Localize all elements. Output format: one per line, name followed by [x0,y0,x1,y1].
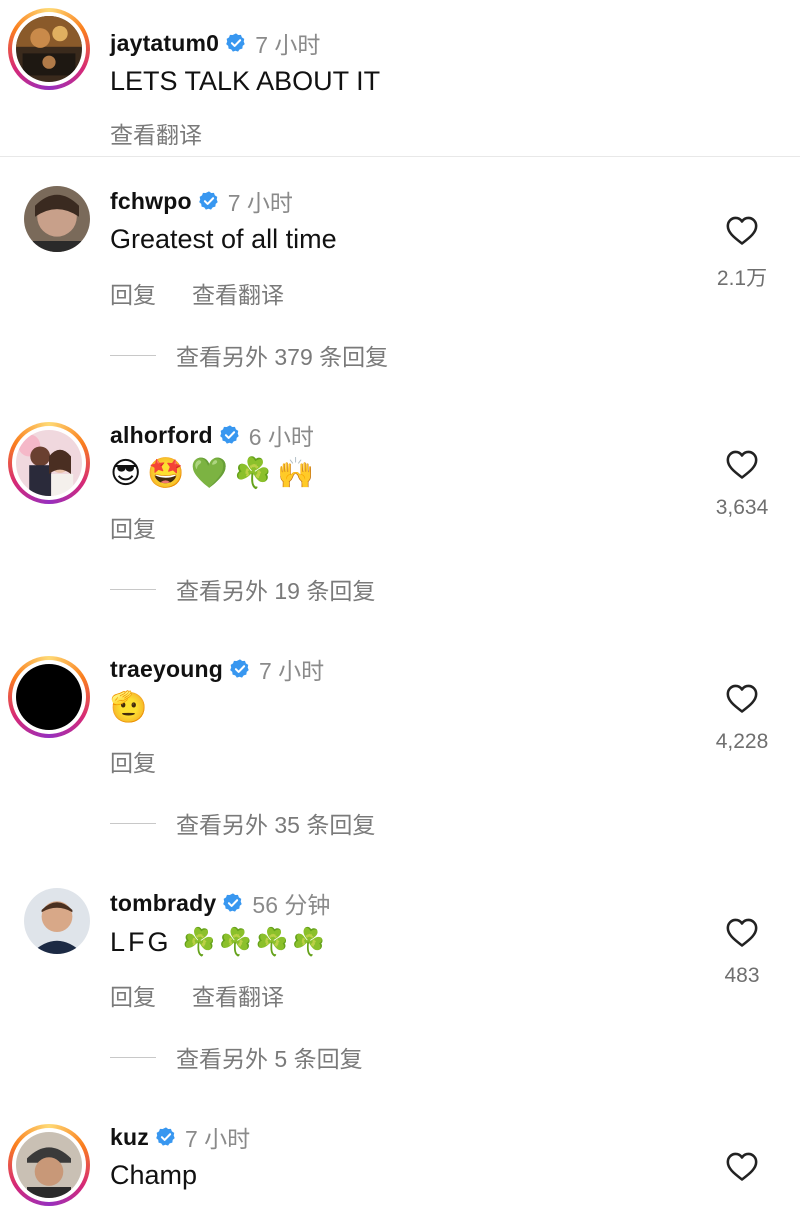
avatar-image [16,1132,82,1198]
comment-time: 7 小时 [258,658,325,684]
verified-badge-icon [198,191,218,210]
replies-line [110,1056,156,1058]
commenter-avatar[interactable] [8,656,90,738]
comment-item: tombrady 56 分钟 LFG ☘️☘️☘️☘️ 回复 查看翻译 查看另外… [0,882,800,1082]
like-count: 483 [724,964,760,987]
heart-outline-icon[interactable] [725,448,759,480]
post-translate-button[interactable]: 查看翻译 [110,116,202,150]
reply-button[interactable]: 回复 [110,510,156,544]
commenter-avatar[interactable] [24,186,90,252]
replies-line [110,354,156,356]
comment-username[interactable]: alhorford [110,422,213,449]
view-replies-label: 查看另外 5 条回复 [176,1046,363,1072]
comment-text: 😎🤩💚☘️🙌 [110,456,321,491]
comment-item: traeyoung 7 小时 🫡 回复 查看另外 35 条回复 4,228 [0,648,800,848]
verified-badge-icon [230,659,249,678]
comment-text: Greatest of all time [110,224,337,254]
commenter-avatar[interactable] [24,888,90,954]
like-count: 4,228 [715,730,769,753]
comment-text: LFG ☘️☘️☘️☘️ [110,927,329,957]
comment-time: 7 小时 [184,1126,251,1152]
post-caption: jaytatum0 7 小时 LETS TALK ABOUT IT 查看翻译 [0,0,800,156]
verified-badge-icon [156,1127,175,1146]
like-count: 2.1万 [716,267,768,290]
post-caption-text: LETS TALK ABOUT IT [110,66,381,96]
comment-time: 6 小时 [248,424,314,450]
heart-outline-icon[interactable] [725,916,759,948]
avatar-image [16,16,82,82]
view-more-replies[interactable]: 查看另外 19 条回复 [110,572,375,606]
reply-button[interactable]: 回复 [110,744,156,778]
view-replies-label: 查看另外 379 条回复 [176,344,389,370]
heart-outline-icon[interactable] [725,214,759,246]
replies-line [110,822,156,824]
verified-badge-icon [223,893,243,912]
heart-outline-icon[interactable] [725,1150,759,1182]
comment-time: 7 小时 [227,190,293,216]
heart-outline-icon[interactable] [725,682,759,714]
comment-username[interactable]: traeyoung [110,656,223,683]
view-more-replies[interactable]: 查看另外 35 条回复 [110,806,375,840]
reply-button[interactable]: 回复 [110,276,156,310]
commenter-avatar[interactable] [8,422,90,504]
avatar-image [16,664,82,730]
comment-username[interactable]: fchwpo [110,188,192,215]
reply-button[interactable]: 回复 [110,978,156,1012]
view-replies-label: 查看另外 35 条回复 [176,812,376,838]
view-more-replies[interactable]: 查看另外 379 条回复 [110,338,388,372]
comment-text: 🫡 [110,690,148,725]
post-time: 7 小时 [255,32,321,58]
post-author-avatar[interactable] [8,8,90,90]
verified-badge-icon [226,33,245,52]
view-replies-label: 查看另外 19 条回复 [176,578,376,604]
translate-button[interactable]: 查看翻译 [192,978,284,1012]
divider [0,156,800,157]
like-count: 3,634 [715,496,769,519]
comment-item: fchwpo 7 小时 Greatest of all time 回复 查看翻译… [0,180,800,380]
comment-username[interactable]: tombrady [110,890,216,917]
comment-item: kuz 7 小时 Champ [0,1116,800,1206]
verified-badge-icon [219,425,239,444]
comment-time: 56 分钟 [252,892,331,918]
comment-username[interactable]: kuz [110,1124,149,1151]
translate-button[interactable]: 查看翻译 [192,276,284,310]
comment-text: Champ [110,1160,198,1190]
replies-line [110,588,156,590]
commenter-avatar[interactable] [8,1124,90,1206]
view-more-replies[interactable]: 查看另外 5 条回复 [110,1040,363,1074]
avatar-image [16,430,82,496]
comment-item: alhorford 6 小时 😎🤩💚☘️🙌 回复 查看另外 19 条回复 3,6… [0,414,800,614]
post-username[interactable]: jaytatum0 [110,30,219,57]
